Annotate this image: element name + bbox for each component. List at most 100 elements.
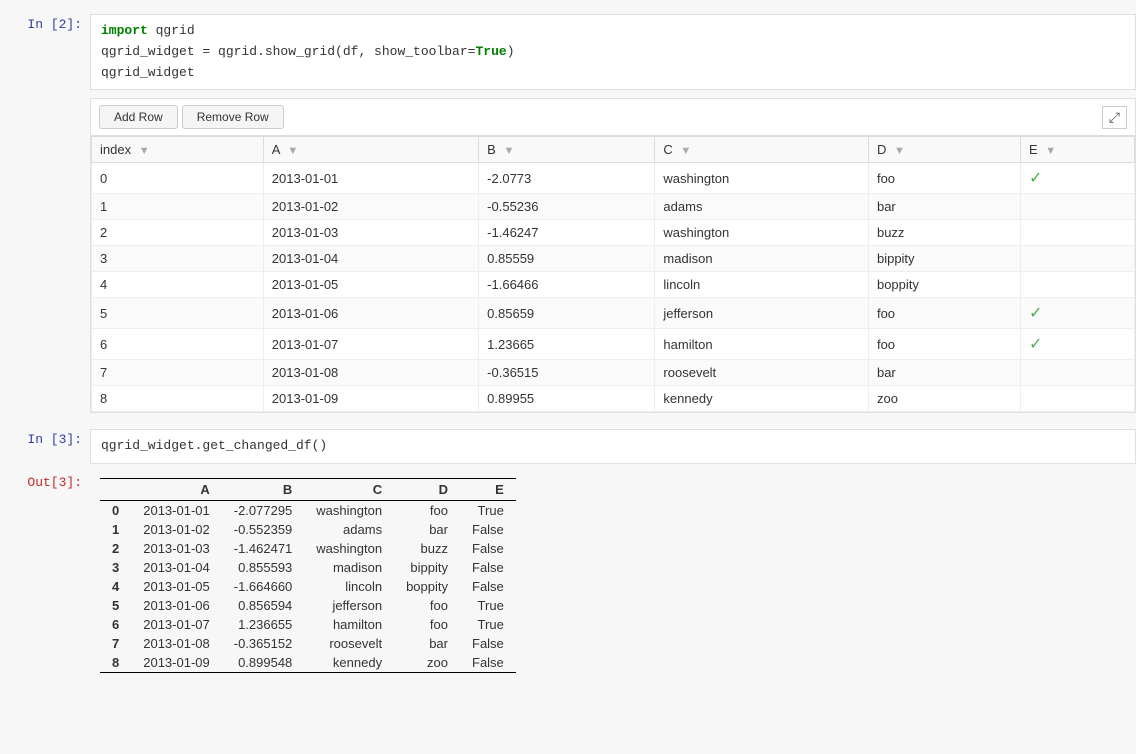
df-cell-idx: 7: [100, 634, 131, 653]
table-row[interactable]: 72013-01-08-0.36515rooseveltbar: [92, 360, 1135, 386]
grid-cell-b: 0.89955: [479, 386, 655, 412]
df-cell-idx: 3: [100, 558, 131, 577]
df-cell-a: 2013-01-08: [131, 634, 222, 653]
grid-cell-c: jefferson: [655, 298, 869, 329]
grid-cell-d: zoo: [868, 386, 1020, 412]
grid-cell-index: 4: [92, 272, 264, 298]
grid-cell-b: -2.0773: [479, 163, 655, 194]
grid-cell-c: washington: [655, 163, 869, 194]
grid-cell-e: ✓: [1020, 298, 1134, 329]
grid-cell-a: 2013-01-09: [263, 386, 478, 412]
grid-body: 02013-01-01-2.0773washingtonfoo✓12013-01…: [92, 163, 1135, 412]
df-cell-e: False: [460, 520, 516, 539]
df-cell-c: jefferson: [304, 596, 394, 615]
add-row-button[interactable]: Add Row: [99, 105, 178, 129]
df-cell-b: -1.462471: [222, 539, 305, 558]
grid-cell-index: 1: [92, 194, 264, 220]
grid-cell-d: foo: [868, 298, 1020, 329]
notebook: In [2]: import qgrid qgrid_widget = qgri…: [0, 0, 1136, 693]
grid-cell-d: foo: [868, 163, 1020, 194]
grid-cell-index: 0: [92, 163, 264, 194]
df-cell-a: 2013-01-05: [131, 577, 222, 596]
filter-icon-index[interactable]: ▼: [139, 145, 150, 157]
filter-icon-a[interactable]: ▼: [287, 145, 298, 157]
col-header-index[interactable]: index ▼: [92, 137, 264, 163]
df-cell-a: 2013-01-06: [131, 596, 222, 615]
grid-cell-index: 2: [92, 220, 264, 246]
qgrid-widget: Add Row Remove Row ⤢ index ▼ A ▼ B ▼ C ▼…: [90, 98, 1136, 413]
df-cell-d: foo: [394, 596, 460, 615]
code-line-3: qgrid_widget: [101, 63, 1125, 84]
remove-row-button[interactable]: Remove Row: [182, 105, 284, 129]
df-col-b: B: [222, 479, 305, 501]
filter-icon-c[interactable]: ▼: [680, 145, 691, 157]
grid-cell-a: 2013-01-04: [263, 246, 478, 272]
table-row[interactable]: 82013-01-090.89955kennedyzoo: [92, 386, 1135, 412]
df-cell-idx: 2: [100, 539, 131, 558]
df-cell-c: hamilton: [304, 615, 394, 634]
df-cell-d: buzz: [394, 539, 460, 558]
col-header-e[interactable]: E ▼: [1020, 137, 1134, 163]
grid-cell-c: adams: [655, 194, 869, 220]
df-cell-idx: 5: [100, 596, 131, 615]
df-col-a: A: [131, 479, 222, 501]
df-cell-e: False: [460, 539, 516, 558]
df-cell-a: 2013-01-07: [131, 615, 222, 634]
grid-cell-a: 2013-01-08: [263, 360, 478, 386]
qgrid-table: index ▼ A ▼ B ▼ C ▼ D ▼ E ▼ 02013-01-01-…: [91, 136, 1135, 412]
grid-cell-c: madison: [655, 246, 869, 272]
table-row[interactable]: 12013-01-02-0.55236adamsbar: [92, 194, 1135, 220]
grid-cell-a: 2013-01-07: [263, 329, 478, 360]
cell-2-code: import qgrid qgrid_widget = qgrid.show_g…: [90, 14, 1136, 90]
col-header-a[interactable]: A ▼: [263, 137, 478, 163]
grid-cell-c: washington: [655, 220, 869, 246]
grid-cell-e: [1020, 386, 1134, 412]
grid-cell-d: buzz: [868, 220, 1020, 246]
table-row[interactable]: 42013-01-05-1.66466lincolnboppity: [92, 272, 1135, 298]
table-row[interactable]: 32013-01-040.85559madisonbippity: [92, 246, 1135, 272]
filter-icon-b[interactable]: ▼: [503, 145, 514, 157]
grid-cell-a: 2013-01-06: [263, 298, 478, 329]
df-cell-c: kennedy: [304, 653, 394, 673]
grid-cell-a: 2013-01-02: [263, 194, 478, 220]
checkmark-icon: ✓: [1029, 336, 1042, 353]
grid-cell-index: 8: [92, 386, 264, 412]
grid-cell-c: kennedy: [655, 386, 869, 412]
grid-cell-index: 7: [92, 360, 264, 386]
grid-cell-b: 1.23665: [479, 329, 655, 360]
df-cell-b: 0.899548: [222, 653, 305, 673]
cell-2-input: In [2]: import qgrid qgrid_widget = qgri…: [0, 10, 1136, 94]
table-row[interactable]: 52013-01-060.85659jeffersonfoo✓: [92, 298, 1135, 329]
cell-2-output-label: [0, 98, 90, 101]
df-cell-c: washington: [304, 501, 394, 521]
df-col-idx: [100, 479, 131, 501]
df-cell-a: 2013-01-02: [131, 520, 222, 539]
filter-icon-d[interactable]: ▼: [894, 145, 905, 157]
table-row[interactable]: 62013-01-071.23665hamiltonfoo✓: [92, 329, 1135, 360]
col-header-d[interactable]: D ▼: [868, 137, 1020, 163]
grid-cell-b: -0.36515: [479, 360, 655, 386]
grid-cell-index: 5: [92, 298, 264, 329]
col-header-b[interactable]: B ▼: [479, 137, 655, 163]
grid-cell-b: -1.46247: [479, 220, 655, 246]
expand-button[interactable]: ⤢: [1102, 106, 1127, 129]
df-cell-idx: 1: [100, 520, 131, 539]
col-header-c[interactable]: C ▼: [655, 137, 869, 163]
filter-icon-e[interactable]: ▼: [1045, 145, 1056, 157]
table-row[interactable]: 02013-01-01-2.0773washingtonfoo✓: [92, 163, 1135, 194]
df-cell-b: -0.365152: [222, 634, 305, 653]
grid-cell-a: 2013-01-03: [263, 220, 478, 246]
grid-cell-e: [1020, 360, 1134, 386]
df-cell-c: adams: [304, 520, 394, 539]
code-line-2: qgrid_widget = qgrid.show_grid(df, show_…: [101, 42, 1125, 63]
df-cell-idx: 0: [100, 501, 131, 521]
table-row[interactable]: 22013-01-03-1.46247washingtonbuzz: [92, 220, 1135, 246]
df-cell-d: zoo: [394, 653, 460, 673]
df-cell-d: foo: [394, 501, 460, 521]
checkmark-icon: ✓: [1029, 170, 1042, 187]
df-body: 02013-01-01-2.077295washingtonfooTrue120…: [100, 501, 516, 673]
df-cell-a: 2013-01-01: [131, 501, 222, 521]
df-cell-c: madison: [304, 558, 394, 577]
df-cell-b: 0.855593: [222, 558, 305, 577]
df-row: 02013-01-01-2.077295washingtonfooTrue: [100, 501, 516, 521]
